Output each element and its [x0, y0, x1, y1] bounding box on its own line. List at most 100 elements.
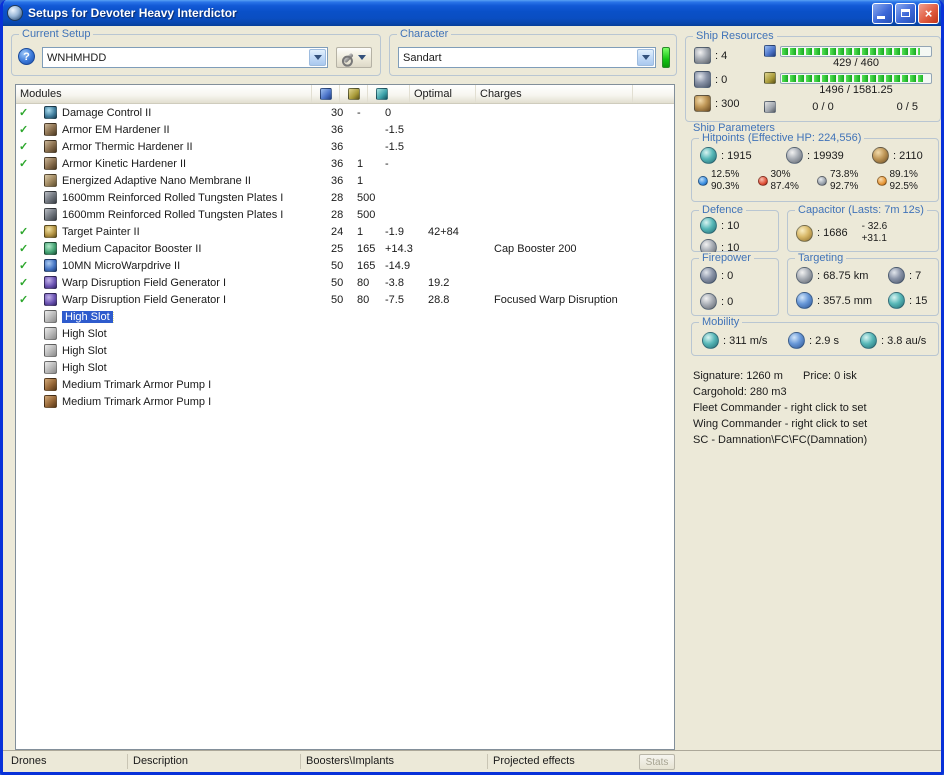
scan-resolution-value: : 357.5 mm [817, 294, 873, 307]
squad-commander-text[interactable]: SC - Damnation\FC\FC(Damnation) [693, 432, 867, 448]
table-row[interactable]: Medium Trimark Armor Pump I [16, 376, 674, 393]
cpu-column-header[interactable] [312, 85, 340, 103]
character-combobox[interactable]: Sandart [398, 47, 656, 68]
module-name[interactable]: Warp Disruption Field Generator I [62, 294, 324, 306]
explosive-resist: 89.1% 92.5% [876, 169, 937, 193]
module-name[interactable]: High Slot [62, 345, 324, 357]
module-name[interactable]: Medium Capacitor Booster II [62, 243, 324, 255]
module-name[interactable]: Armor EM Hardener II [62, 124, 324, 136]
minimize-button[interactable] [872, 2, 893, 24]
character-dropdown-arrow[interactable] [637, 49, 654, 66]
module-name[interactable]: High Slot [62, 310, 324, 323]
module-name[interactable]: Medium Trimark Armor Pump I [62, 379, 324, 391]
table-row[interactable]: ✓ Warp Disruption Field Generator I 50 80 -3… [16, 274, 674, 291]
tab-drones[interactable]: Drones [11, 755, 46, 767]
armor-membrane-icon [44, 174, 57, 187]
warp-speed-icon [860, 332, 877, 349]
tab-projected-effects[interactable]: Projected effects [493, 755, 575, 767]
cpu-value: 36 [331, 174, 344, 187]
cpu-value: 36 [331, 123, 344, 136]
table-row[interactable]: Medium Trimark Armor Pump I [16, 393, 674, 410]
charges-column-header[interactable]: Charges [476, 85, 633, 103]
table-row[interactable]: High Slot [16, 325, 674, 342]
module-name[interactable]: 1600mm Reinforced Rolled Tungsten Plates… [62, 192, 324, 204]
app-icon [7, 5, 23, 21]
module-name[interactable]: Medium Trimark Armor Pump I [62, 396, 324, 408]
tab-separator [127, 754, 128, 769]
empty-slot-icon [44, 310, 57, 323]
explosive-shield-resist: 89.1% [889, 169, 918, 180]
setup-tools-button[interactable] [336, 47, 372, 68]
module-name[interactable]: Warp Disruption Field Generator I [62, 277, 324, 289]
setup-combobox[interactable]: WNHMHDD [42, 47, 328, 68]
table-row[interactable]: ✓ Armor EM Hardener II 36 -1.5 [16, 121, 674, 138]
table-row[interactable]: 1600mm Reinforced Rolled Tungsten Plates… [16, 206, 674, 223]
optimal-value: 19.2 [428, 276, 450, 289]
table-row[interactable]: ✓ Medium Capacitor Booster II 25 165 +14.3 Ca… [16, 240, 674, 257]
fitted-check-icon: ✓ [19, 226, 29, 238]
capacitor-value: 0 [385, 106, 392, 119]
drone-resources-row: 0 / 0 0 / 5 [764, 101, 932, 113]
modules-column-header[interactable]: Modules [16, 85, 312, 103]
warp-speed-value: : 3.8 au/s [881, 334, 927, 347]
module-name[interactable]: Damage Control II [62, 107, 324, 119]
rig-icon [44, 378, 57, 391]
maximize-button[interactable] [895, 2, 916, 24]
sensor-strength-value: : 15 [909, 294, 928, 307]
module-name[interactable]: Armor Kinetic Hardener II [62, 158, 324, 170]
powergrid-value: 80 [357, 276, 370, 289]
turret-hardpoints-icon [694, 47, 711, 64]
resource-bars-block: 429 / 460 1496 / 1581.25 0 / 0 0 / 5 [764, 43, 932, 113]
mwd-icon [44, 259, 57, 272]
capacitor-column-header[interactable] [368, 85, 410, 103]
tab-description[interactable]: Description [133, 755, 188, 767]
table-row[interactable]: ✓ Target Painter II 24 1 -1.9 42+84 [16, 223, 674, 240]
explosive-armor-resist: 92.5% [889, 181, 918, 192]
module-name[interactable]: Energized Adaptive Nano Membrane II [62, 175, 324, 187]
powergrid-value: 165 [357, 259, 376, 272]
charges-value: Focused Warp Disruption [494, 293, 618, 306]
optimal-column-header[interactable]: Optimal [410, 85, 476, 103]
cpu-value: 50 [331, 276, 344, 289]
module-name[interactable]: 1600mm Reinforced Rolled Tungsten Plates… [62, 209, 324, 221]
thermal-resist: 30% 87.4% [757, 169, 818, 193]
fitted-check-icon: ✓ [19, 294, 29, 306]
capacitor-icon [376, 88, 388, 100]
table-row[interactable]: Energized Adaptive Nano Membrane II 36 1 [16, 172, 674, 189]
capacitor-value: -14.9 [385, 259, 411, 272]
right-panel: Ship Resources : 4 : 0 : 300 429 / 460 1… [683, 26, 941, 750]
module-name[interactable]: Target Painter II [62, 226, 324, 238]
powergrid-value: 500 [357, 208, 376, 221]
table-row[interactable]: High Slot [16, 342, 674, 359]
powergrid-column-header[interactable] [340, 85, 368, 103]
table-row[interactable]: ✓ Damage Control II 30- 0 [16, 104, 674, 121]
table-row[interactable]: High Slot [16, 359, 674, 376]
module-name[interactable]: High Slot [62, 362, 324, 374]
thermal-resist-icon [757, 176, 768, 186]
module-name[interactable]: Armor Thermic Hardener II [62, 141, 324, 153]
table-row[interactable]: ✓ 10MN MicroWarpdrive II 50 165 -14.9 [16, 257, 674, 274]
table-row[interactable]: 1600mm Reinforced Rolled Tungsten Plates… [16, 189, 674, 206]
stats-button[interactable]: Stats [639, 754, 675, 770]
tab-boosters-implants[interactable]: Boosters\Implants [306, 755, 394, 767]
cpu-value: 28 [331, 208, 344, 221]
hitpoints-caption: Hitpoints (Effective HP: 224,556) [699, 132, 865, 144]
character-caption: Character [397, 28, 452, 40]
help-button[interactable]: ? [18, 48, 35, 65]
module-name[interactable]: 10MN MicroWarpdrive II [62, 260, 324, 272]
launcher-hardpoints-icon [694, 71, 711, 88]
fleet-commander-text[interactable]: Fleet Commander - right click to set [693, 400, 867, 416]
titlebar[interactable]: Setups for Devoter Heavy Interdictor × [3, 0, 941, 26]
setup-dropdown-arrow[interactable] [309, 49, 326, 66]
capacitor-value: -1.5 [385, 123, 404, 136]
tab-separator [487, 754, 488, 769]
close-button[interactable]: × [918, 2, 939, 24]
table-row[interactable]: ✓ Armor Kinetic Hardener II 36 1 - [16, 155, 674, 172]
table-row[interactable]: ✓ Warp Disruption Field Generator I 50 80 -7… [16, 291, 674, 308]
mobility-caption: Mobility [699, 316, 743, 328]
table-row[interactable]: ✓ Armor Thermic Hardener II 36 -1.5 [16, 138, 674, 155]
wing-commander-text[interactable]: Wing Commander - right click to set [693, 416, 867, 432]
maximize-icon [901, 9, 910, 17]
module-name[interactable]: High Slot [62, 328, 324, 340]
table-row[interactable]: High Slot [16, 308, 674, 325]
